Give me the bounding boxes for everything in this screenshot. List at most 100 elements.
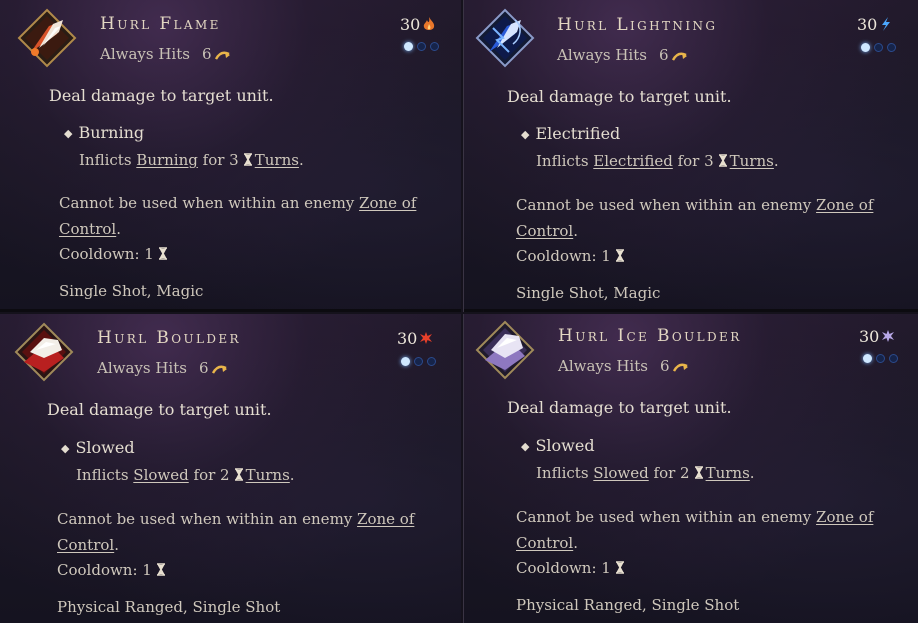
status-effect-name: ◆ Slowed <box>521 436 595 455</box>
zone-of-control-link[interactable]: Zone of <box>359 194 416 212</box>
cooldown-text: Cooldown: 1 <box>516 247 611 265</box>
hit-chance-label: Always Hits <box>558 357 648 375</box>
action-point-dots <box>401 357 441 369</box>
range-value: 6 <box>659 357 670 375</box>
action-point-filled <box>861 43 870 52</box>
hourglass-icon <box>234 468 243 481</box>
hit-chance-label: Always Hits <box>100 45 190 63</box>
ability-tags: Single Shot, Magic <box>59 282 204 300</box>
period-text: . <box>749 464 755 482</box>
zone-of-control-note: Cannot be used when within an enemy Zone… <box>516 508 874 552</box>
ability-title: Hurl Lightning <box>557 15 718 35</box>
zoc-text: Cannot be used when within an enemy <box>57 510 353 528</box>
status-effect-detail: Inflicts Slowed for 2 Turns. <box>76 466 295 484</box>
hurl-boulder-ability-icon <box>14 322 74 382</box>
turns-link[interactable]: Turns <box>706 464 750 482</box>
zone-of-control-link-cont[interactable]: Control <box>516 534 573 552</box>
status-effect-detail: Inflicts Burning for 3 Turns. <box>79 151 304 169</box>
hit-chance-row: Always Hits 6 <box>100 45 231 63</box>
action-point-filled <box>863 354 872 363</box>
zone-of-control-link-cont[interactable]: Control <box>57 536 114 554</box>
status-effect-name: ◆ Slowed <box>61 438 135 457</box>
ability-title: Hurl Boulder <box>97 328 241 348</box>
cooldown-row: Cooldown: 1 <box>516 559 627 577</box>
hurl-flame-ability-icon <box>17 8 77 68</box>
action-point-dots <box>861 43 901 55</box>
status-effect-name: ◆ Electrified <box>521 124 620 143</box>
diamond-bullet-icon: ◆ <box>521 440 530 453</box>
range-value: 6 <box>658 46 669 64</box>
diamond-bullet-icon: ◆ <box>521 128 530 141</box>
action-point-empty <box>414 357 423 366</box>
action-point-empty <box>887 43 896 52</box>
action-point-dots <box>404 42 444 54</box>
zone-of-control-link[interactable]: Zone of <box>816 196 873 214</box>
action-point-empty <box>889 354 898 363</box>
ability-cost: 30 <box>397 329 433 348</box>
zone-of-control-link[interactable]: Zone of <box>357 510 414 528</box>
ability-description: Deal damage to target unit. <box>507 87 732 106</box>
hit-chance-row: Always Hits 6 <box>557 46 688 64</box>
hit-chance-label: Always Hits <box>97 359 187 377</box>
range-arc-icon <box>671 52 687 61</box>
hurl-lightning-ability-icon <box>475 8 535 68</box>
range-arc-icon <box>214 51 230 60</box>
action-point-empty <box>427 357 436 366</box>
ability-description: Deal damage to target unit. <box>47 400 272 419</box>
hourglass-icon <box>158 247 167 260</box>
ability-cost: 30 <box>400 15 436 34</box>
ability-title: Hurl Flame <box>100 14 221 34</box>
burst-icon <box>420 332 433 344</box>
range-value: 6 <box>198 359 209 377</box>
range-arc-icon <box>211 365 227 374</box>
cooldown-text: Cooldown: 1 <box>516 559 611 577</box>
status-link[interactable]: Burning <box>136 151 198 169</box>
hourglass-icon <box>694 466 703 479</box>
hurl-ice-boulder-ability-icon <box>475 320 535 380</box>
status-effect-detail: Inflicts Slowed for 2 Turns. <box>536 464 755 482</box>
turns-link[interactable]: Turns <box>255 151 299 169</box>
ability-tags: Single Shot, Magic <box>516 284 661 302</box>
zone-of-control-link-cont[interactable]: Control <box>516 222 573 240</box>
zone-of-control-link-cont[interactable]: Control <box>59 220 116 238</box>
period-text: . <box>298 151 304 169</box>
duration-text: for 2 <box>193 466 230 484</box>
diamond-bullet-icon: ◆ <box>64 127 73 140</box>
cooldown-row: Cooldown: 1 <box>59 245 170 263</box>
ability-description: Deal damage to target unit. <box>49 86 274 105</box>
ability-tags: Physical Ranged, Single Shot <box>57 598 281 616</box>
ability-card-hurl-boulder: Hurl Boulder Always Hits 6 30 Deal damage… <box>0 314 461 623</box>
inflicts-text: Inflicts <box>536 152 589 170</box>
inflicts-text: Inflicts <box>536 464 589 482</box>
status-link[interactable]: Electrified <box>593 152 673 170</box>
ability-cost: 30 <box>859 327 895 346</box>
duration-text: for 3 <box>202 151 239 169</box>
action-point-filled <box>401 357 410 366</box>
ability-card-hurl-flame: Hurl Flame Always Hits 6 30 Deal damage t… <box>0 0 461 312</box>
status-link[interactable]: Slowed <box>593 464 648 482</box>
zoc-text: Cannot be used when within an enemy <box>516 508 812 526</box>
turns-link[interactable]: Turns <box>246 466 290 484</box>
action-point-empty <box>874 43 883 52</box>
status-effect-label: Slowed <box>75 438 135 457</box>
status-effect-label: Electrified <box>535 124 621 143</box>
range-value: 6 <box>201 45 212 63</box>
hourglass-icon <box>615 561 624 574</box>
cost-value: 30 <box>397 329 418 348</box>
ability-title: Hurl Ice Boulder <box>558 326 742 346</box>
ability-tags: Physical Ranged, Single Shot <box>516 596 740 614</box>
zoc-text: Cannot be used when within an enemy <box>59 194 355 212</box>
period-text: . <box>289 466 295 484</box>
status-effect-label: Burning <box>78 123 145 142</box>
cost-value: 30 <box>400 15 421 34</box>
status-link[interactable]: Slowed <box>133 466 188 484</box>
hourglass-icon <box>718 154 727 167</box>
period-text: . <box>773 152 779 170</box>
zone-of-control-link[interactable]: Zone of <box>816 508 873 526</box>
inflicts-text: Inflicts <box>76 466 129 484</box>
cost-value: 30 <box>859 327 880 346</box>
turns-link[interactable]: Turns <box>730 152 774 170</box>
ability-card-hurl-ice-boulder: Hurl Ice Boulder Always Hits 6 30 Deal da… <box>463 314 918 623</box>
duration-text: for 2 <box>653 464 690 482</box>
hit-chance-row: Always Hits 6 <box>97 359 228 377</box>
